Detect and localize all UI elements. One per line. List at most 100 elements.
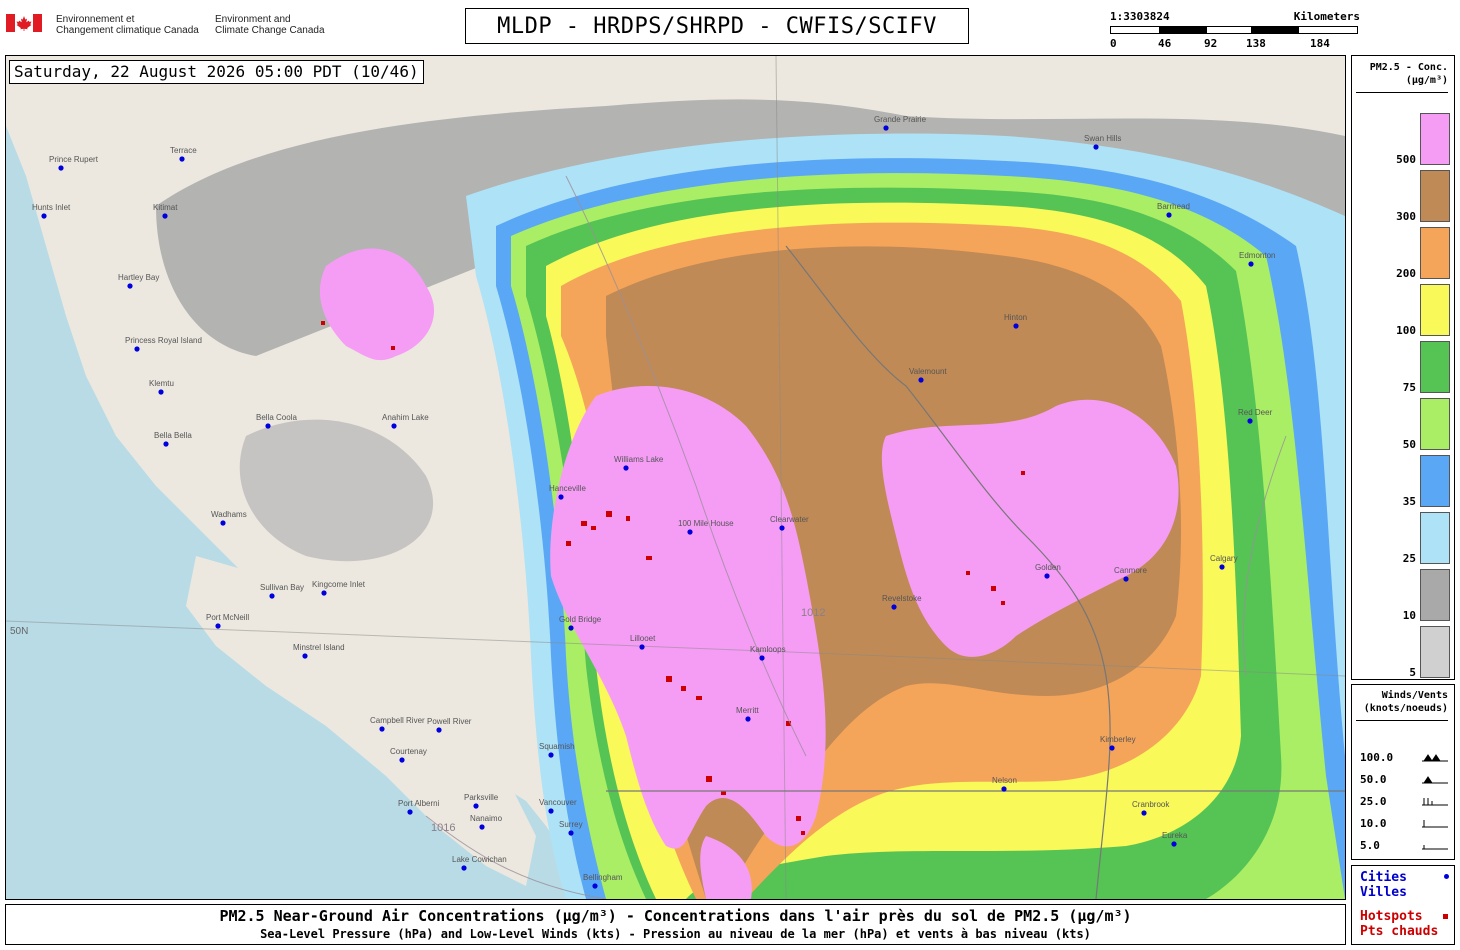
winds-title: Winds/Vents (knots/noeuds)	[1352, 685, 1454, 715]
wind-barb-icon	[1422, 820, 1448, 828]
winds-divider	[1356, 720, 1448, 721]
city-dot-icon	[127, 283, 133, 289]
city-dot-icon	[162, 213, 168, 219]
city-dot-icon	[321, 590, 327, 596]
legend-level-label: 75	[1402, 381, 1416, 394]
city-dot-icon	[1247, 418, 1253, 424]
city-dot-icon	[461, 865, 467, 871]
city-label: Cranbrook	[1132, 800, 1170, 809]
legend-level-label: 200	[1396, 267, 1416, 280]
city-dot-icon	[436, 727, 442, 733]
scale-unit: Kilometers	[1293, 10, 1360, 23]
city-dot-icon	[1093, 144, 1099, 150]
gov-fr-line2: Changement climatique Canada	[56, 25, 199, 36]
city-dot-icon	[1044, 573, 1050, 579]
winds-title-line1: Winds/Vents	[1381, 690, 1448, 701]
city-label: Bella Coola	[256, 413, 297, 422]
city-label: Hunts Inlet	[32, 203, 71, 212]
city-label: Kamloops	[750, 645, 786, 654]
city-dot-icon	[1001, 786, 1007, 792]
city-label: Kitimat	[153, 203, 178, 212]
city-label: Barrhead	[1157, 202, 1190, 211]
hotspot-square-icon	[1443, 914, 1448, 919]
city-label: Wadhams	[211, 510, 247, 519]
hotspots-legend: Hotspots Pts chauds	[1360, 909, 1438, 939]
city-label: Squamish	[539, 742, 575, 751]
city-label: Gold Bridge	[559, 615, 602, 624]
city-dot-icon	[399, 757, 405, 763]
city-dot-icon	[1013, 323, 1019, 329]
city-dot-icon	[568, 625, 574, 631]
city-dot-icon	[558, 494, 564, 500]
city-label: Red Deer	[1238, 408, 1273, 417]
city-label: Port Alberni	[398, 799, 440, 808]
marker-legend: Cities Villes Hotspots Pts chauds	[1351, 865, 1455, 945]
cities-label-fr: Villes	[1360, 885, 1407, 900]
scale-tick: 0	[1110, 37, 1117, 50]
legend-level-label: 25	[1402, 552, 1416, 565]
city-dot-icon	[1219, 564, 1225, 570]
legend-swatch	[1420, 512, 1450, 564]
city-label: Kingcome Inlet	[312, 580, 366, 589]
wind-barb-icon	[1422, 845, 1448, 850]
city-label: Courtenay	[390, 747, 427, 756]
city-label: Hinton	[1004, 313, 1027, 322]
city-dot-icon	[918, 377, 924, 383]
city-dot-icon	[58, 165, 64, 171]
city-dot-icon	[215, 623, 221, 629]
city-label: Sullivan Bay	[260, 583, 304, 592]
canada-flag-icon	[6, 14, 42, 32]
legend-swatch	[1420, 569, 1450, 621]
city-dot-icon	[1444, 874, 1449, 879]
city-dot-icon	[265, 423, 271, 429]
city-label: Grande Prairie	[874, 115, 927, 124]
city-label: Klemtu	[149, 379, 174, 388]
city-label: Vancouver	[539, 798, 577, 807]
city-label: Surrey	[559, 820, 583, 829]
concentration-map[interactable]: 1012 1016 50N Prince Rupert Terrace Kitima…	[5, 55, 1346, 900]
city-label: Merritt	[736, 706, 759, 715]
legend-swatch	[1420, 170, 1450, 222]
scale-tick: 92	[1204, 37, 1218, 50]
city-label: Edmonton	[1239, 251, 1275, 260]
city-label: Bella Bella	[154, 431, 192, 440]
city-dot-icon	[592, 883, 598, 889]
map-canvas: 1012 1016 50N Prince Rupert Terrace Kitima…	[6, 56, 1345, 899]
city-label: Calgary	[1210, 554, 1238, 563]
wind-barb-icon	[1422, 754, 1448, 762]
cities-label-en: Cities	[1360, 870, 1407, 885]
legend-level-label: 300	[1396, 210, 1416, 223]
city-dot-icon	[479, 824, 485, 830]
city-label: Minstrel Island	[293, 643, 345, 652]
city-label: Anahim Lake	[382, 413, 429, 422]
legend-swatch	[1420, 284, 1450, 336]
gov-name-en: Environment and Climate Change Canada	[215, 14, 325, 36]
legend-level-label: 500	[1396, 153, 1416, 166]
city-label: Lillooet	[630, 634, 656, 643]
legend-level-label: 35	[1402, 495, 1416, 508]
city-label: Nelson	[992, 776, 1017, 785]
caption-line1: PM2.5 Near-Ground Air Concentrations (µg…	[219, 907, 1132, 925]
scale-tick: 184	[1310, 37, 1330, 50]
city-label: Bellingham	[583, 873, 623, 882]
wind-speed: 50.0	[1360, 773, 1387, 786]
legend-title-line2: (µg/m³)	[1405, 75, 1448, 86]
city-dot-icon	[379, 726, 385, 732]
city-dot-icon	[1171, 841, 1177, 847]
city-dot-icon	[158, 389, 164, 395]
city-label: Hanceville	[549, 484, 586, 493]
city-label: Port McNeill	[206, 613, 249, 622]
legend-swatch	[1420, 455, 1450, 507]
city-dot-icon	[883, 125, 889, 131]
city-label: Clearwater	[770, 515, 809, 524]
legend-divider	[1356, 92, 1448, 93]
wind-row: 100.0	[1360, 751, 1450, 764]
city-dot-icon	[220, 520, 226, 526]
wind-speed: 100.0	[1360, 751, 1394, 764]
city-dot-icon	[1123, 576, 1129, 582]
city-dot-icon	[639, 644, 645, 650]
legend-swatch	[1420, 626, 1450, 678]
concentration-legend: PM2.5 - Conc. (µg/m³) 500 300 200 100 75 50 35…	[1351, 55, 1455, 680]
scale-segment	[1252, 26, 1298, 34]
winds-title-line2: (knots/noeuds)	[1363, 703, 1448, 714]
